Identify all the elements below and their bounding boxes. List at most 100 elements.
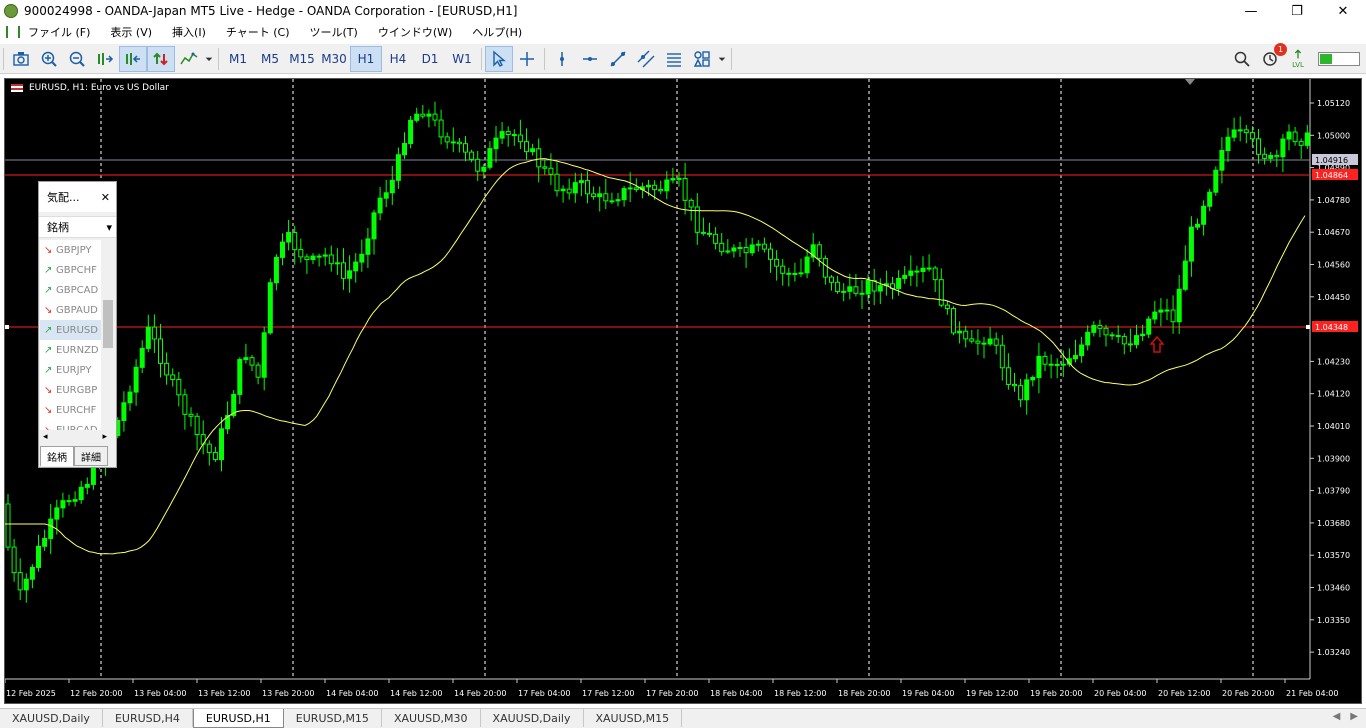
zoom-in-icon[interactable]	[35, 46, 63, 72]
candle-body	[627, 187, 633, 190]
candle-body	[499, 131, 505, 139]
vertical-line-icon[interactable]	[548, 46, 576, 72]
time-label: 19 Feb 04:00	[902, 689, 954, 698]
candle-body	[194, 415, 200, 436]
tab-xauusd-m15[interactable]: XAUUSD,M15	[584, 709, 683, 727]
market-watch-scrollbar[interactable]	[101, 240, 115, 430]
timeframe-m30[interactable]: M30	[318, 46, 350, 72]
candle-body	[310, 255, 316, 261]
chart-menu-icon[interactable]	[6, 26, 20, 38]
tab-scroll-left-icon[interactable]: ◀	[1333, 711, 1341, 722]
market-watch-hscrollbar[interactable]: ◂ ▸	[40, 430, 110, 444]
market-watch-column-header[interactable]: 銘柄 ▾	[39, 216, 116, 238]
window-controls: — ❐ ✕	[1228, 0, 1366, 22]
scroll-right-icon[interactable]: ▸	[102, 432, 107, 442]
market-watch-row[interactable]: ↗ EURJPY	[40, 360, 110, 380]
candle-body	[316, 255, 322, 258]
channel-icon[interactable]	[632, 46, 660, 72]
timeframe-w1[interactable]: W1	[446, 46, 478, 72]
market-watch-row[interactable]: ↗ EURUSD	[40, 320, 110, 340]
symbol-flag-icon	[11, 84, 23, 92]
tab-eurusd-h4[interactable]: EURUSD,H4	[103, 709, 193, 727]
tab-eurusd-m15[interactable]: EURUSD,M15	[284, 709, 382, 727]
market-watch-row[interactable]: ↘ GBPAUD	[40, 300, 110, 320]
tab-xauusd-daily[interactable]: XAUUSD,Daily	[0, 709, 103, 727]
menu-insert[interactable]: 挿入(I)	[172, 24, 206, 40]
chart-window[interactable]: 1.05120 1.05000 1.04890 1.04780 1.04670 1.045…	[4, 78, 1362, 704]
lower-line-price-label: 1.04348	[1315, 323, 1348, 332]
menu-help[interactable]: ヘルプ(H)	[472, 24, 522, 40]
market-watch-close-icon[interactable]: ✕	[101, 191, 110, 204]
market-watch-row[interactable]: ↘ EURGBP	[40, 380, 110, 400]
menu-chart[interactable]: チャート (C)	[226, 24, 290, 40]
sort-chevron-icon[interactable]: ▾	[106, 221, 112, 234]
timeframe-d1[interactable]: D1	[414, 46, 446, 72]
candle-body	[585, 180, 590, 195]
signal-level-icon[interactable]: LVL	[1284, 46, 1312, 72]
candle-body	[481, 166, 487, 172]
menu-tools[interactable]: ツール(T)	[310, 24, 358, 40]
horizontal-line-icon[interactable]	[576, 46, 604, 72]
time-label: 18 Feb 20:00	[838, 689, 890, 698]
arrow-up-icon: ↗	[44, 284, 53, 296]
candle-body	[1024, 379, 1030, 401]
cursor-icon[interactable]	[485, 45, 513, 72]
zoom-out-icon[interactable]	[63, 46, 91, 72]
timeframe-h1[interactable]: H1	[350, 45, 382, 72]
candle-body	[676, 177, 682, 180]
time-label: 19 Feb 12:00	[966, 689, 1018, 698]
scrollbar-thumb[interactable]	[103, 300, 113, 348]
candle-body	[780, 265, 786, 274]
candle-body	[487, 148, 493, 168]
candle-body	[1201, 205, 1207, 225]
timeframe-h4[interactable]: H4	[382, 46, 414, 72]
search-icon[interactable]	[1228, 46, 1256, 72]
scroll-left-icon[interactable]: ◂	[43, 432, 48, 442]
crosshair-icon[interactable]	[513, 46, 541, 72]
minimize-button[interactable]: —	[1228, 0, 1274, 22]
candle-body	[456, 141, 462, 145]
trade-levels-icon[interactable]	[147, 45, 175, 72]
candle-body	[1268, 155, 1274, 159]
market-watch-row[interactable]: ↗ GBPCAD	[40, 280, 110, 300]
price-chart[interactable]: 1.051201.050001.048901.047801.046701.045…	[5, 79, 1362, 704]
maximize-button[interactable]: ❐	[1274, 0, 1320, 22]
time-label: 14 Feb 04:00	[326, 689, 378, 698]
symbol-name: GBPCHF	[56, 264, 97, 276]
tab-xauusd-daily-2[interactable]: XAUUSD,Daily	[481, 709, 584, 727]
chart-shift-icon[interactable]	[91, 46, 119, 72]
chevron-down-icon[interactable]	[716, 46, 728, 72]
tab-eurusd-h1[interactable]: EURUSD,H1	[192, 709, 284, 728]
tab-details[interactable]: 詳細	[74, 446, 108, 466]
notifications-icon[interactable]: 1	[1256, 43, 1287, 72]
market-watch-row[interactable]: ↘ GBPJPY	[40, 240, 110, 260]
candle-body	[1249, 132, 1255, 140]
shapes-icon[interactable]	[688, 46, 716, 72]
market-watch-row[interactable]: ↗ EURNZD	[40, 340, 110, 360]
trend-line-icon[interactable]	[604, 46, 632, 72]
market-watch-row[interactable]: ↘ EURCAD	[40, 420, 110, 431]
tab-xauusd-m30[interactable]: XAUUSD,M30	[382, 709, 481, 727]
chevron-down-icon[interactable]	[203, 46, 215, 72]
menu-file[interactable]: ファイル (F)	[28, 24, 90, 40]
timeframe-m5[interactable]: M5	[254, 46, 286, 72]
market-watch-row[interactable]: ↘ EURCHF	[40, 400, 110, 420]
autoscroll-icon[interactable]	[119, 45, 147, 72]
price-label: 1.03240	[1317, 648, 1350, 657]
menu-window[interactable]: ウインドウ(W)	[378, 24, 452, 40]
indicators-icon[interactable]	[175, 46, 203, 72]
market-watch-row[interactable]: ↗ GBPCHF	[40, 260, 110, 280]
close-button[interactable]: ✕	[1320, 0, 1366, 22]
candle-body	[151, 326, 157, 340]
tab-symbols[interactable]: 銘柄	[40, 446, 74, 466]
candle-body	[1170, 309, 1176, 323]
price-label: 1.04560	[1317, 261, 1350, 270]
menu-view[interactable]: 表示 (V)	[110, 24, 152, 40]
timeframe-m15[interactable]: M15	[286, 46, 318, 72]
tab-scroll-right-icon[interactable]: ▶	[1350, 711, 1358, 722]
fibonacci-icon[interactable]	[660, 46, 688, 72]
column-symbol: 銘柄	[47, 221, 69, 234]
timeframe-m1[interactable]: M1	[222, 46, 254, 72]
candle-body	[1292, 131, 1298, 143]
new-chart-icon[interactable]	[7, 46, 35, 72]
